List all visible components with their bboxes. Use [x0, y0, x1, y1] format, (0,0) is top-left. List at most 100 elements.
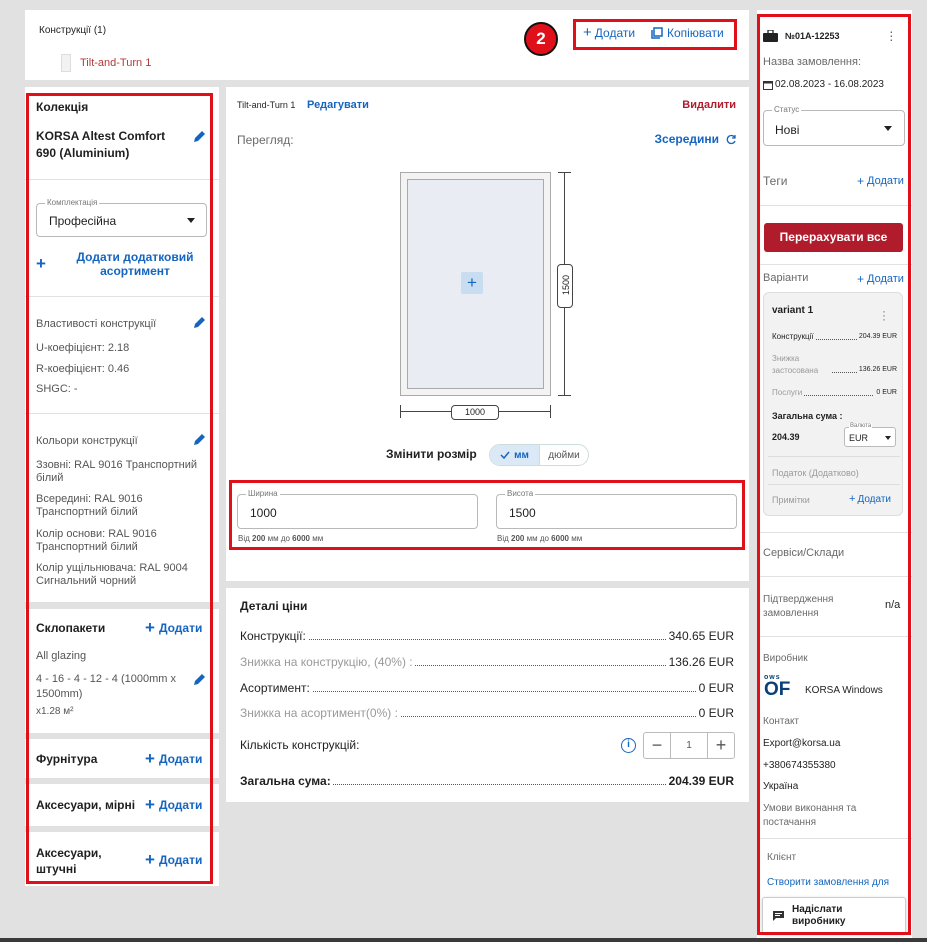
kit-select[interactable]: Комплектація Професійна	[36, 198, 207, 237]
glazing-panel: Склопакети + Додати All glazing 4 - 16 -…	[25, 609, 219, 733]
price-row-value: 0 EUR	[696, 681, 734, 695]
status-select-label: Статус	[772, 105, 802, 114]
variant-row-label: Послуги	[772, 388, 805, 397]
kit-select-label: Комплектація	[45, 198, 100, 207]
bottom-bar	[0, 938, 927, 942]
width-input[interactable]: Ширина 1000	[237, 489, 478, 529]
check-icon	[500, 451, 510, 459]
price-total-value: 204.39 EUR	[666, 774, 734, 788]
hardware-title: Фурнітура	[36, 752, 98, 766]
edit-properties-icon[interactable]	[193, 316, 206, 329]
divider	[25, 179, 219, 180]
add-element-button[interactable]: +	[461, 272, 483, 294]
unit-in-option[interactable]: дюйми	[539, 445, 588, 465]
divider	[25, 296, 219, 297]
price-total-row: Загальна сума: 204.39 EUR	[240, 774, 734, 788]
construction-item[interactable]: Tilt-and-Turn 1	[61, 54, 151, 72]
price-total-label: Загальна сума:	[240, 774, 333, 788]
all-glazing: All glazing	[36, 650, 87, 662]
variant-card[interactable]: variant 1 · · · Конструкції 204.39 EUR Зни…	[763, 292, 903, 516]
send-to-manufacturer-button[interactable]: Надіслати виробнику	[762, 897, 906, 934]
leader-dots	[240, 691, 734, 692]
manufacturer-label: Виробник	[763, 653, 808, 664]
divider	[768, 456, 900, 457]
add-assortment-button[interactable]: + Додати додатковий асортимент	[36, 249, 211, 281]
add-tag-label: Додати	[867, 175, 904, 187]
add-accessories-mirni-label: Додати	[158, 798, 203, 812]
unit-mm-option[interactable]: мм	[490, 445, 539, 465]
add-hardware-button[interactable]: + Додати	[145, 749, 202, 769]
quantity-decrement-button[interactable]: −	[644, 733, 671, 758]
currency-select[interactable]: Валюта EUR	[844, 423, 896, 447]
edit-construction-link[interactable]: Редагувати	[307, 99, 369, 111]
accessories-mirni-panel: Аксесуари, мірні + Додати	[25, 784, 219, 826]
terms-label: Умови виконання та постачання	[763, 803, 857, 828]
accessories-shtuchni-panel: Аксесуари, штучні + Додати	[25, 832, 219, 886]
divider	[757, 264, 912, 265]
width-hint-mid: мм до	[265, 534, 293, 543]
add-note-button[interactable]: + Додати	[849, 493, 891, 505]
order-name-label: Назва замовлення:	[763, 56, 862, 68]
add-construction-button[interactable]: + Додати	[583, 24, 635, 41]
plus-icon: +	[145, 795, 155, 814]
divider	[757, 532, 912, 533]
recalculate-all-button[interactable]: Перерахувати все	[764, 223, 903, 252]
height-hint-post: мм	[568, 534, 583, 543]
add-note-label: Додати	[857, 493, 892, 505]
plus-icon: +	[857, 174, 865, 188]
width-hint-max: 6000	[292, 534, 310, 543]
add-tag-button[interactable]: + Додати	[857, 174, 904, 188]
color-outside: Ззовні: RAL 9016 Транспортний білий	[36, 459, 197, 484]
edit-colors-icon[interactable]	[193, 433, 206, 446]
view-toggle[interactable]: Зсередини	[655, 132, 738, 146]
plus-icon: +	[145, 749, 155, 768]
quantity-value[interactable]: 1	[671, 733, 707, 758]
tags-label: Теги	[763, 174, 788, 188]
color-base: Колір основи: RAL 9016 Транспортний біли…	[36, 528, 157, 553]
height-input-value: 1500	[509, 506, 536, 520]
price-row: Конструкції: 340.65 EUR	[240, 629, 734, 643]
edit-collection-icon[interactable]	[193, 130, 206, 143]
width-hint: Від 200 мм до 6000 мм	[238, 534, 323, 543]
width-hint-min: 200	[252, 534, 266, 543]
glazing-area: x1.28 м²	[36, 706, 74, 717]
height-dim-tick-top	[558, 172, 571, 173]
width-dim-tick-left	[400, 405, 401, 418]
price-row-value: 136.26 EUR	[666, 655, 734, 669]
divider	[757, 205, 912, 206]
order-number: №01A-12253	[785, 31, 840, 41]
add-hardware-label: Додати	[158, 752, 203, 766]
variant-more-icon[interactable]: · · ·	[882, 305, 886, 325]
variant-row-value: 136.26 EUR	[856, 366, 897, 373]
info-icon[interactable]: i	[621, 738, 636, 753]
height-input[interactable]: Висота 1500	[496, 489, 737, 529]
add-variant-button[interactable]: + Додати	[857, 272, 904, 286]
add-glazing-button[interactable]: + Додати	[145, 618, 202, 638]
order-dates: 02.08.2023 - 16.08.2023	[775, 79, 884, 90]
add-accessories-mirni-button[interactable]: + Додати	[145, 795, 202, 815]
price-row: Знижка на конструкцію, (40%) : 136.26 EU…	[240, 655, 734, 669]
accessories-mirni-title: Аксесуари, мірні	[36, 798, 136, 812]
copy-construction-button[interactable]: Копіювати	[651, 26, 724, 40]
contact-email[interactable]: Export@korsa.ua	[763, 738, 840, 749]
quantity-increment-button[interactable]: +	[707, 733, 734, 758]
width-dim-label[interactable]: 1000	[451, 405, 499, 420]
width-dim-tick-right	[550, 405, 551, 418]
add-accessories-shtuchni-button[interactable]: + Додати	[145, 850, 202, 870]
edit-glazing-icon[interactable]	[193, 673, 206, 686]
construction-item-label: Tilt-and-Turn 1	[80, 57, 152, 69]
divider	[25, 413, 219, 414]
order-panel: №01A-12253 · · · Назва замовлення: 02.08.2…	[757, 10, 912, 942]
services-label[interactable]: Сервіси/Склади	[763, 547, 844, 559]
add-variant-label: Додати	[867, 273, 904, 285]
plus-icon: +	[145, 618, 155, 637]
accessories-shtuchni-title: Аксесуари, штучні	[36, 846, 102, 876]
create-order-for-link[interactable]: Створити замовлення для	[767, 877, 889, 888]
more-options-icon[interactable]: · · ·	[889, 24, 894, 46]
korsa-logo: ᴏws OF	[764, 674, 791, 700]
status-select[interactable]: Статус Нові	[763, 105, 905, 146]
plus-icon: +	[36, 254, 46, 273]
height-dim-label[interactable]: 1500	[557, 264, 573, 308]
delete-construction-link[interactable]: Видалити	[682, 99, 736, 111]
contact-phone[interactable]: +380674355380	[763, 760, 836, 771]
